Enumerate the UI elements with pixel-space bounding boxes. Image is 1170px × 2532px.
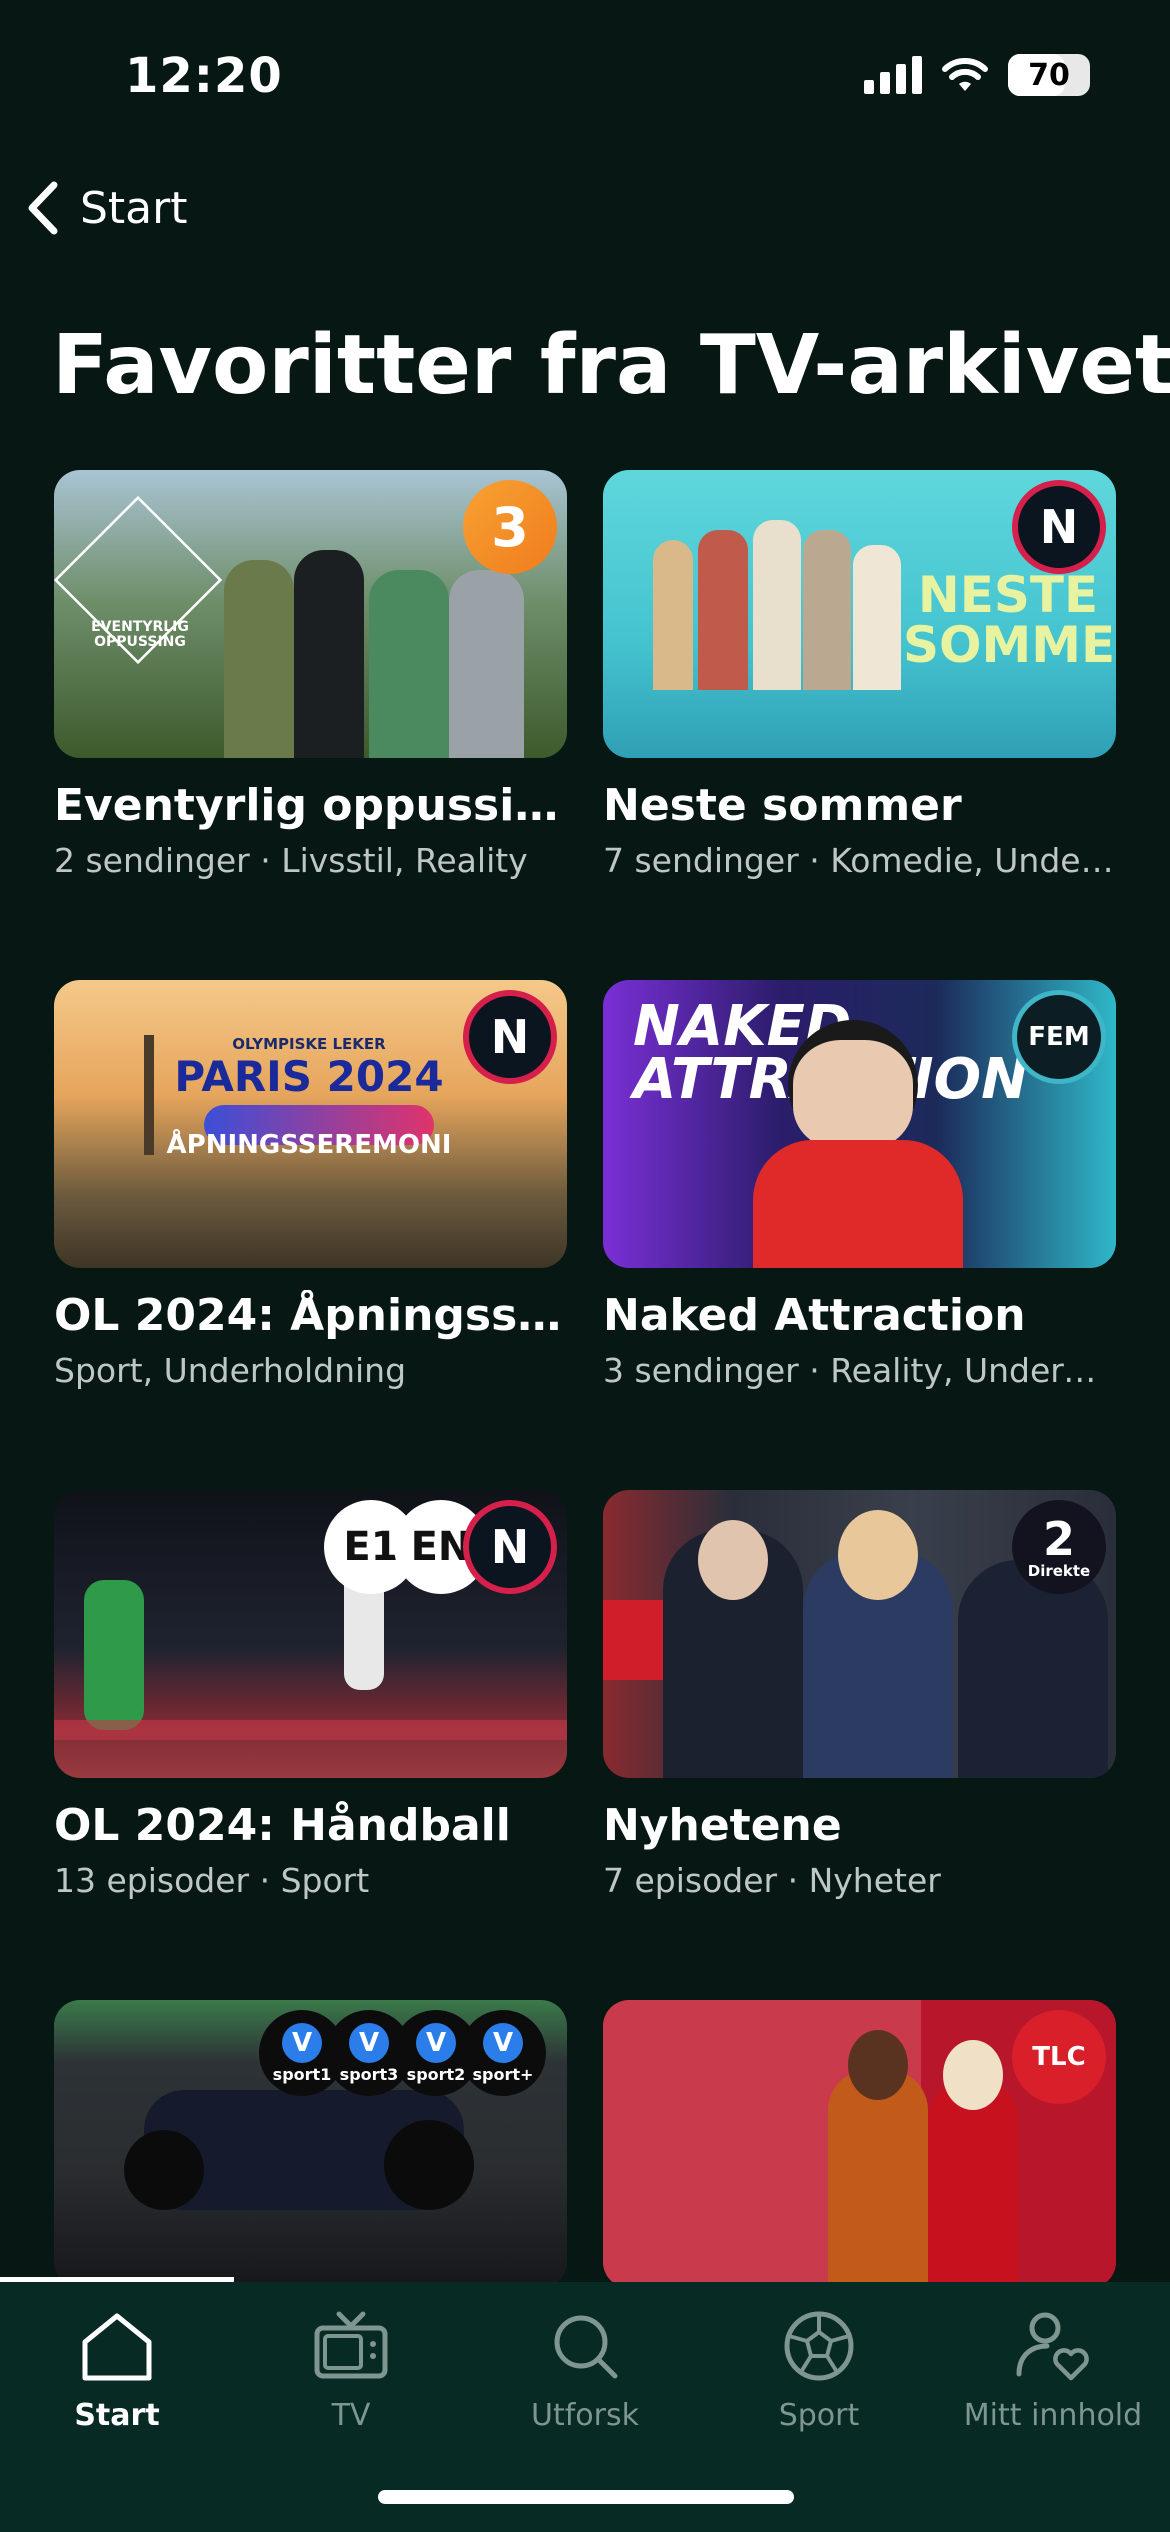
profile-heart-icon — [1016, 2312, 1089, 2381]
active-tab-indicator — [0, 2277, 234, 2282]
battery-icon: 70 — [1008, 54, 1090, 96]
channel-badge-number: 2 — [1042, 1511, 1075, 1566]
channel-name: sport2 — [406, 2064, 466, 2084]
channel-badge-tv3: 3 — [463, 480, 557, 574]
tv-icon — [314, 2311, 388, 2379]
tab-label: Start — [74, 2398, 160, 2433]
show-card[interactable]: NESTE SOMMER N Neste sommer 7 sendinger … — [603, 470, 1116, 880]
show-thumbnail: Vsport1 Vsport3 Vsport2 Vsport+ — [54, 2000, 567, 2288]
thumbnail-logo-text: NESTE SOMMER — [903, 566, 1116, 674]
tab-mitt-innhold[interactable]: Mitt innhold — [936, 2308, 1170, 2433]
tab-label: Mitt innhold — [963, 2398, 1143, 2433]
show-thumbnail: 2 Direkte — [603, 1490, 1116, 1778]
tab-label: Utforsk — [531, 2398, 639, 2433]
channel-badge-tvn: N — [1012, 480, 1106, 574]
show-title: Eventyrlig oppussing — [54, 780, 567, 831]
show-card[interactable]: OLYMPISKE LEKER PARIS 2024 ÅPNINGSSEREMO… — [54, 980, 567, 1390]
show-title: OL 2024: Håndball — [54, 1800, 511, 1851]
wifi-icon — [942, 58, 988, 91]
search-icon — [554, 2315, 618, 2379]
tab-tv[interactable]: TV — [234, 2308, 468, 2433]
channel-badge-tvn: N — [463, 1500, 557, 1594]
channel-badge-tvn: N — [463, 990, 557, 1084]
channel-badge-vsportplus: Vsport+ — [460, 2010, 546, 2096]
football-icon — [784, 2311, 854, 2381]
show-thumbnail: EVENTYRLIG OPPUSSING 3 — [54, 470, 567, 758]
channel-badge-tv2: 2 Direkte — [1012, 1500, 1106, 1594]
channel-badge-fem: FEM — [1012, 990, 1106, 1084]
v-logo-icon: V — [483, 2022, 523, 2063]
v-logo-icon: V — [282, 2022, 322, 2063]
status-icons: 70 — [864, 54, 1090, 96]
show-title: Naked Attraction — [603, 1290, 1026, 1341]
show-thumbnail: E1 EN N — [54, 1490, 567, 1778]
thumbnail-event-text: ÅPNINGSSEREMONI — [166, 1130, 452, 1160]
show-meta: 7 sendinger · Komedie, Underholdning — [603, 841, 1116, 880]
v-logo-icon: V — [349, 2022, 389, 2063]
channel-name: sport+ — [472, 2064, 534, 2084]
status-time: 12:20 — [125, 48, 283, 104]
show-thumbnail: TLC — [603, 2000, 1116, 2288]
tab-utforsk[interactable]: Utforsk — [468, 2308, 702, 2433]
show-thumbnail: NESTE SOMMER N — [603, 470, 1116, 758]
channel-name: sport3 — [339, 2064, 399, 2084]
show-meta: 3 sendinger · Reality, Underholdning — [603, 1351, 1116, 1390]
show-meta: Sport, Underholdning — [54, 1351, 407, 1390]
back-button[interactable]: Start — [24, 176, 188, 240]
home-icon — [82, 2313, 152, 2381]
tab-sport[interactable]: Sport — [702, 2308, 936, 2433]
show-title: Neste sommer — [603, 780, 962, 831]
back-label: Start — [80, 182, 188, 234]
status-bar: 12:20 70 — [0, 0, 1170, 150]
show-title: Nyhetene — [603, 1800, 842, 1851]
cellular-signal-icon — [864, 56, 922, 94]
show-thumbnail: NAKED ATTRACTION FEM — [603, 980, 1116, 1268]
show-card[interactable]: TLC — [603, 2000, 1116, 2288]
v-logo-icon: V — [416, 2022, 456, 2063]
show-card[interactable]: 2 Direkte Nyhetene 7 episoder · Nyheter — [603, 1490, 1116, 1900]
thumbnail-logo-text: EVENTYRLIG OPPUSSING — [91, 619, 189, 651]
show-meta: 2 sendinger · Livsstil, Reality — [54, 841, 528, 880]
thumbnail-subtitle-text: OLYMPISKE LEKER — [232, 1035, 386, 1053]
show-title: OL 2024: Åpningsseremoni — [54, 1290, 567, 1341]
show-card[interactable]: NAKED ATTRACTION FEM Naked Attraction 3 … — [603, 980, 1116, 1390]
page-title: Favoritter fra TV-arkivet — [52, 318, 1170, 413]
battery-level: 70 — [1028, 57, 1070, 93]
show-card[interactable]: Vsport1 Vsport3 Vsport2 Vsport+ — [54, 2000, 567, 2288]
show-meta: 13 episoder · Sport — [54, 1861, 370, 1900]
channel-badge-tlc: TLC — [1012, 2010, 1106, 2104]
channel-name: sport1 — [272, 2064, 332, 2084]
show-card[interactable]: EVENTYRLIG OPPUSSING 3 Eventyrlig oppuss… — [54, 470, 567, 880]
tab-label: Sport — [778, 2398, 860, 2433]
show-thumbnail: OLYMPISKE LEKER PARIS 2024 ÅPNINGSSEREMO… — [54, 980, 567, 1268]
chevron-left-icon — [28, 181, 58, 235]
show-meta: 7 episoder · Nyheter — [603, 1861, 941, 1900]
thumbnail-logo-text: PARIS 2024 — [174, 1052, 444, 1101]
live-label: Direkte — [1027, 1561, 1091, 1580]
home-indicator — [378, 2490, 794, 2504]
show-card[interactable]: E1 EN N OL 2024: Håndball 13 episoder · … — [54, 1490, 567, 1900]
tab-start[interactable]: Start — [0, 2308, 234, 2433]
tab-label: TV — [331, 2398, 371, 2433]
